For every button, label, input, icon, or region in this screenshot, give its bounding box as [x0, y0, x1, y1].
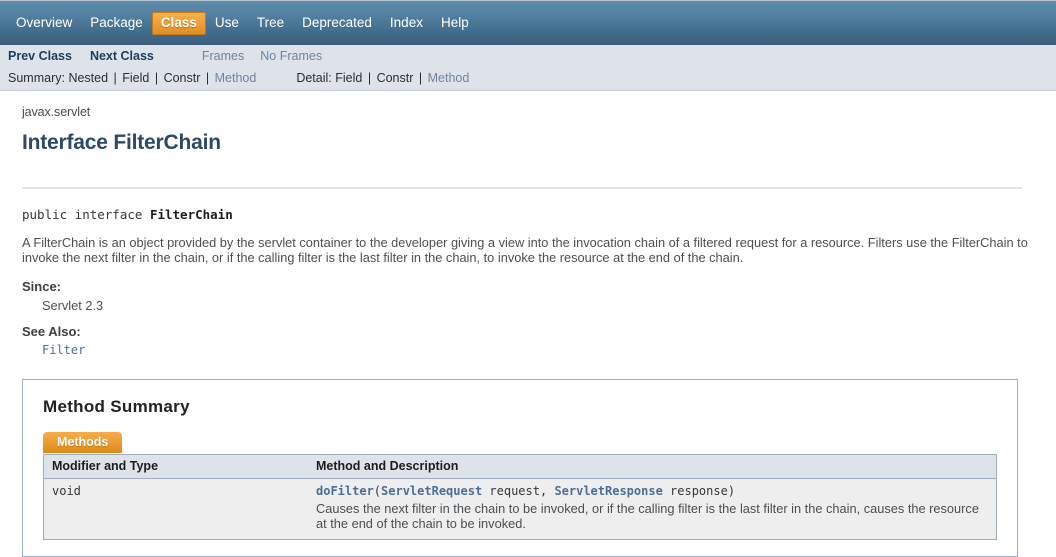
- detail-label: Detail:: [296, 71, 332, 85]
- method-summary-title: Method Summary: [43, 397, 190, 416]
- see-also-filter-link[interactable]: Filter: [42, 343, 85, 357]
- page-title: Interface FilterChain: [22, 131, 221, 154]
- nav-item-deprecated[interactable]: Deprecated: [293, 12, 381, 35]
- summary-item-constr: Constr: [163, 71, 201, 85]
- summary-item-nested: Nested: [68, 71, 109, 85]
- summary-group: Summary: Nested | Field | Constr | Metho…: [8, 71, 256, 85]
- summary-sep-2: |: [154, 71, 159, 85]
- see-also-label: See Also:: [22, 324, 81, 339]
- class-description: A FilterChain is an object provided by t…: [22, 235, 1028, 265]
- sub-navigation-bar: Prev Class Next Class Frames No Frames S…: [0, 45, 1056, 91]
- signature-param1-name: request,: [482, 484, 555, 498]
- nav-link-use[interactable]: Use: [206, 12, 248, 35]
- detail-sep-1: |: [367, 71, 372, 85]
- summary-sep-1: |: [113, 71, 117, 85]
- class-metadata: Since: Servlet 2.3 See Also: Filter: [22, 279, 1036, 357]
- nav-link-index[interactable]: Index: [381, 12, 432, 35]
- nav-item-class[interactable]: Class: [151, 11, 206, 35]
- nav-item-help[interactable]: Help: [432, 12, 478, 35]
- package-name: javax.servlet: [22, 105, 91, 119]
- frames-link[interactable]: Frames: [202, 49, 244, 63]
- class-declaration: public interface FilterChain: [22, 207, 1036, 222]
- cell-modifier-type: void: [43, 478, 308, 540]
- table-row: void doFilter(ServletRequest request, Se…: [43, 478, 997, 540]
- summary-label: Summary:: [8, 71, 65, 85]
- method-description: Causes the next filter in the chain to b…: [316, 501, 979, 531]
- no-frames-link[interactable]: No Frames: [260, 49, 322, 63]
- signature-param2-name: response): [662, 484, 736, 498]
- detail-item-method-link[interactable]: Method: [428, 71, 470, 85]
- main-content: javax.servlet Interface FilterChain publ…: [0, 91, 1056, 557]
- nav-link-package[interactable]: Package: [81, 12, 152, 35]
- see-also-value: Filter: [42, 343, 1036, 357]
- cell-method-description: doFilter(ServletRequest request, Servlet…: [308, 478, 997, 540]
- method-link-dofilter[interactable]: doFilter: [316, 484, 374, 498]
- detail-item-constr: Constr: [376, 71, 414, 85]
- declaration-modifiers: public interface: [22, 207, 150, 222]
- nav-item-index[interactable]: Index: [381, 12, 432, 35]
- prev-class-link[interactable]: Prev Class: [8, 49, 72, 63]
- nav-link-class[interactable]: Class: [151, 11, 206, 35]
- nav-link-tree[interactable]: Tree: [248, 12, 293, 35]
- detail-item-field: Field: [335, 71, 363, 85]
- method-summary-box: Method Summary Methods Modifier and Type…: [22, 379, 1018, 557]
- nav-item-package[interactable]: Package: [81, 12, 152, 35]
- summary-item-field: Field: [122, 71, 150, 85]
- type-link-servletrequest[interactable]: ServletRequest: [381, 484, 482, 498]
- tab-methods[interactable]: Methods: [43, 432, 123, 453]
- nav-link-deprecated[interactable]: Deprecated: [293, 12, 381, 35]
- declaration-name: FilterChain: [149, 207, 233, 222]
- method-signature: doFilter(ServletRequest request, Servlet…: [316, 484, 988, 498]
- nav-item-tree[interactable]: Tree: [248, 12, 293, 35]
- column-header-method-and-description: Method and Description: [308, 454, 997, 479]
- nav-link-overview[interactable]: Overview: [7, 12, 81, 35]
- title-divider: [22, 187, 1022, 189]
- type-link-servletresponse[interactable]: ServletResponse: [554, 484, 662, 498]
- summary-sep-3: |: [205, 71, 210, 85]
- since-value: Servlet 2.3: [42, 298, 104, 313]
- table-header-row: Modifier and Type Method and Description: [43, 454, 997, 479]
- since-label: Since:: [22, 279, 62, 294]
- sub-nav-row-summary-detail: Summary: Nested | Field | Constr | Metho…: [0, 67, 1056, 90]
- next-class-link[interactable]: Next Class: [90, 49, 154, 63]
- method-summary-table-body: void doFilter(ServletRequest request, Se…: [43, 478, 997, 540]
- signature-open-paren: (: [373, 484, 382, 498]
- top-nav-list: Overview Package Class Use Tree Deprecat…: [0, 1, 1056, 45]
- method-summary-table-head: Modifier and Type Method and Description: [43, 454, 997, 479]
- detail-group: Detail: Field | Constr | Method: [296, 71, 469, 85]
- summary-item-method-link[interactable]: Method: [215, 71, 257, 85]
- column-header-modifier-and-type: Modifier and Type: [43, 454, 308, 479]
- nav-item-overview[interactable]: Overview: [7, 12, 81, 35]
- detail-sep-2: |: [418, 71, 423, 85]
- method-summary-table: Modifier and Type Method and Description…: [43, 454, 997, 540]
- method-summary-section: Method Summary Methods Modifier and Type…: [22, 379, 1018, 557]
- sub-nav-row-classlinks: Prev Class Next Class Frames No Frames: [0, 45, 1056, 67]
- nav-item-use[interactable]: Use: [206, 12, 248, 35]
- top-navigation-bar: Overview Package Class Use Tree Deprecat…: [0, 0, 1056, 45]
- method-summary-tabs: Methods: [43, 432, 1005, 454]
- nav-link-help[interactable]: Help: [432, 12, 478, 35]
